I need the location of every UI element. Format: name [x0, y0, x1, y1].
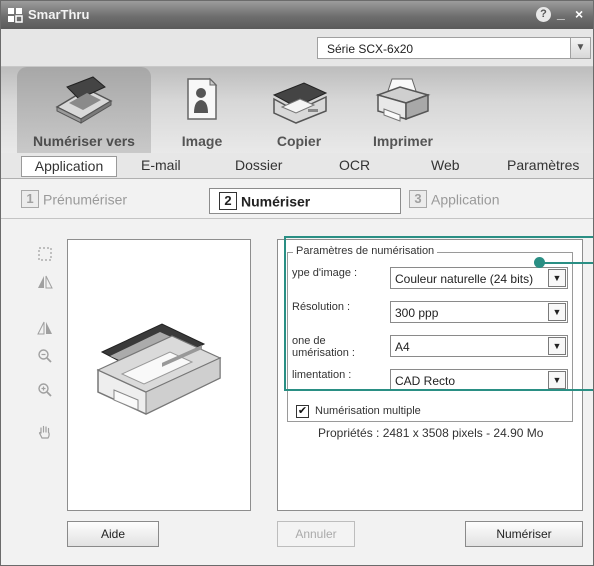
- group-title: Paramètres de numérisation: [293, 245, 438, 257]
- copy-tool[interactable]: Copier: [259, 67, 339, 153]
- flip-horizontal-icon[interactable]: [33, 273, 57, 297]
- chevron-down-icon[interactable]: ▼: [570, 38, 590, 58]
- image-type-label: ype d'image :: [292, 267, 358, 279]
- tab-settings[interactable]: Paramètres: [507, 157, 579, 177]
- print-tool[interactable]: Imprimer: [353, 67, 453, 153]
- scan-zone-label-line2: umérisation :: [292, 347, 355, 359]
- image-type-select[interactable]: Couleur naturelle (24 bits) ▼: [390, 267, 568, 289]
- copy-label: Copier: [276, 133, 322, 149]
- scan-to-tool[interactable]: Numériser vers: [17, 67, 151, 153]
- smarthru-window: SmarThru ? _ × Série SCX-6x20 ▼ Numérise…: [0, 0, 594, 566]
- help-button[interactable]: Aide: [67, 521, 159, 547]
- callout-dot: [534, 257, 545, 268]
- multifunction-printer-image: [96, 323, 222, 415]
- copier-icon: [272, 82, 328, 124]
- step-label: Application: [431, 191, 500, 208]
- tab-application[interactable]: Application: [21, 156, 117, 177]
- multi-scan-label: Numérisation multiple: [315, 405, 421, 417]
- step-application[interactable]: 3 Application: [409, 190, 500, 214]
- scan-zone-value: A4: [395, 340, 410, 354]
- scan-settings-group: Paramètres de numérisation ype d'image :…: [287, 245, 573, 422]
- print-label: Imprimer: [373, 133, 433, 149]
- chevron-down-icon[interactable]: ▼: [548, 337, 566, 355]
- step-label: Prénumériser: [43, 191, 128, 208]
- chevron-down-icon[interactable]: ▼: [548, 371, 566, 389]
- feed-label: limentation :: [292, 369, 352, 381]
- destination-tabs: Application E-mail Dossier OCR Web Param…: [1, 153, 593, 179]
- scan-button[interactable]: Numériser: [465, 521, 583, 547]
- hand-pan-icon[interactable]: [33, 423, 57, 447]
- tab-ocr[interactable]: OCR: [339, 157, 370, 177]
- zoom-in-icon[interactable]: [33, 381, 57, 405]
- cancel-button[interactable]: Annuler: [277, 521, 355, 547]
- step-scan[interactable]: 2 Numériser: [209, 188, 401, 214]
- flip-vertical-icon[interactable]: [33, 319, 57, 343]
- step-bar: 1 Prénumériser 2 Numériser 3 Application: [1, 179, 593, 219]
- image-tool[interactable]: Image: [167, 67, 237, 153]
- device-select[interactable]: Série SCX-6x20 ▼: [317, 37, 591, 59]
- zoom-out-icon[interactable]: [33, 347, 57, 371]
- step-number: 2: [219, 192, 237, 211]
- multi-scan-checkbox[interactable]: ✔: [296, 405, 309, 418]
- device-bar: Série SCX-6x20 ▼: [1, 29, 593, 67]
- app-logo-icon: [8, 8, 23, 23]
- resolution-select[interactable]: 300 ppp ▼: [390, 301, 568, 323]
- step-number: 1: [21, 190, 39, 209]
- help-icon[interactable]: ?: [536, 7, 551, 22]
- resolution-value: 300 ppp: [395, 306, 439, 320]
- tab-web[interactable]: Web: [431, 157, 460, 177]
- scan-settings-panel: Paramètres de numérisation ype d'image :…: [277, 239, 583, 511]
- device-select-value: Série SCX-6x20: [327, 42, 414, 56]
- preview-panel: [67, 239, 251, 511]
- close-button[interactable]: ×: [575, 6, 583, 22]
- tool-row: Numériser vers Image Copier Imprimer: [1, 67, 593, 153]
- window-title: SmarThru: [28, 7, 90, 22]
- scan-zone-label-line1: one de: [292, 335, 326, 347]
- scanner-icon: [55, 76, 113, 124]
- chevron-down-icon[interactable]: ▼: [548, 269, 566, 287]
- image-file-icon: [187, 77, 218, 120]
- minimize-button[interactable]: _: [557, 5, 565, 21]
- feed-select[interactable]: CAD Recto ▼: [390, 369, 568, 391]
- feed-value: CAD Recto: [395, 374, 456, 388]
- step-number: 3: [409, 190, 427, 209]
- title-bar: SmarThru ? _ ×: [1, 1, 593, 29]
- scan-properties: Propriétés : 2481 x 3508 pixels - 24.90 …: [318, 426, 544, 440]
- tab-folder[interactable]: Dossier: [235, 157, 282, 177]
- image-type-value: Couleur naturelle (24 bits): [395, 272, 534, 286]
- tab-email[interactable]: E-mail: [141, 157, 181, 177]
- image-label: Image: [181, 133, 223, 149]
- step-prescan[interactable]: 1 Prénumériser: [21, 190, 127, 214]
- resolution-label: Résolution :: [292, 301, 351, 313]
- select-area-icon[interactable]: [33, 245, 57, 269]
- printer-icon: [375, 78, 431, 122]
- scan-zone-select[interactable]: A4 ▼: [390, 335, 568, 357]
- scan-to-label: Numériser vers: [33, 133, 135, 149]
- chevron-down-icon[interactable]: ▼: [548, 303, 566, 321]
- step-label: Numériser: [241, 193, 311, 210]
- callout-line: [539, 262, 593, 264]
